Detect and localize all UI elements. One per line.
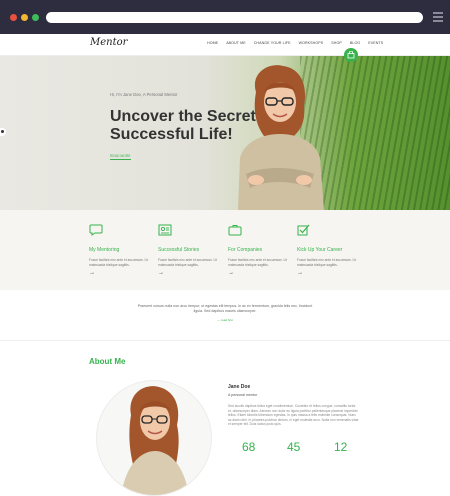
service-text: Fusce facilisis nec ante et accumsan. Ut… bbox=[89, 258, 148, 267]
address-bar[interactable] bbox=[46, 12, 423, 23]
avatar bbox=[96, 380, 212, 496]
quote-author-link[interactable]: — read first bbox=[0, 318, 450, 322]
arrow-right-icon[interactable]: → bbox=[297, 270, 359, 276]
hero-subtitle: Hi, I'm Jane Doe, A Personal Mentor bbox=[110, 92, 178, 97]
service-title: For Companies bbox=[228, 247, 263, 253]
portrait-image bbox=[121, 386, 189, 495]
about-name: Jane Doe bbox=[228, 384, 251, 390]
stat-value: 12 bbox=[334, 440, 348, 454]
minimize-dot-icon[interactable] bbox=[21, 14, 28, 21]
chat-bubble-icon bbox=[89, 224, 103, 236]
site-header: Mentor HOME ABOUT ME CHANGE YOUR LIFE WO… bbox=[0, 34, 450, 56]
service-text: Fusce facilisis nec ante et accumsan. Ut… bbox=[228, 258, 287, 267]
checkbox-icon bbox=[297, 224, 310, 236]
service-card[interactable]: Successful Stories Fusce facilisis nec a… bbox=[158, 223, 220, 276]
site-logo[interactable]: Mentor bbox=[90, 37, 127, 48]
nav-item-home[interactable]: HOME bbox=[207, 41, 218, 45]
about-section bbox=[0, 340, 450, 450]
stat-value: 45 bbox=[287, 440, 301, 454]
nav-item-about[interactable]: ABOUT ME bbox=[226, 41, 246, 45]
nav-item-events[interactable]: EVENTS bbox=[368, 41, 383, 45]
nav-item-workshops[interactable]: WORKSHOPS bbox=[299, 41, 324, 45]
service-card[interactable]: For Companies Fusce facilisis nec ante e… bbox=[228, 223, 290, 276]
nav-item-shop[interactable]: SHOP bbox=[331, 41, 342, 45]
arrow-right-icon[interactable]: → bbox=[228, 270, 290, 276]
about-description: Sed iaculis dapibus tellus eget condimen… bbox=[228, 404, 359, 427]
cart-button[interactable] bbox=[344, 48, 358, 62]
hamburger-menu-icon[interactable] bbox=[433, 12, 443, 22]
about-heading: About Me bbox=[89, 357, 126, 366]
briefcase-icon bbox=[228, 225, 242, 236]
hero-woman-image bbox=[238, 65, 324, 210]
stat-value: 68 bbox=[242, 440, 256, 454]
arrow-right-icon[interactable]: → bbox=[89, 270, 151, 276]
service-text: Fusce facilisis nec ante et accumsan. Ut… bbox=[158, 258, 217, 267]
settings-tab[interactable] bbox=[0, 128, 6, 136]
maximize-dot-icon[interactable] bbox=[32, 14, 39, 21]
quote-section bbox=[0, 290, 450, 340]
service-title: Successful Stories bbox=[158, 247, 200, 253]
arrow-right-icon[interactable]: → bbox=[158, 270, 220, 276]
close-dot-icon[interactable] bbox=[10, 14, 17, 21]
service-title: Kick Up Your Career bbox=[297, 247, 343, 253]
service-card[interactable]: Kick Up Your Career Fusce facilisis nec … bbox=[297, 223, 359, 276]
about-role: A personal mentor bbox=[228, 393, 258, 397]
main-nav: HOME ABOUT ME CHANGE YOUR LIFE WORKSHOPS… bbox=[207, 41, 383, 45]
services-section bbox=[0, 210, 450, 290]
quote-text: Praesent cursus nulla non arcu tempor, u… bbox=[137, 304, 313, 313]
nav-item-change-your-life[interactable]: CHANGE YOUR LIFE bbox=[254, 41, 291, 45]
browser-toolbar bbox=[0, 0, 450, 34]
service-card[interactable]: My Mentoring Fusce facilisis nec ante et… bbox=[89, 223, 151, 276]
read-more-link[interactable]: READ MORE bbox=[110, 154, 131, 160]
cart-icon bbox=[347, 51, 355, 59]
nav-item-blog[interactable]: BLOG bbox=[350, 41, 360, 45]
service-text: Fusce facilisis nec ante et accumsan. Ut… bbox=[297, 258, 356, 267]
id-card-icon bbox=[158, 224, 172, 236]
service-title: My Mentoring bbox=[89, 247, 120, 253]
